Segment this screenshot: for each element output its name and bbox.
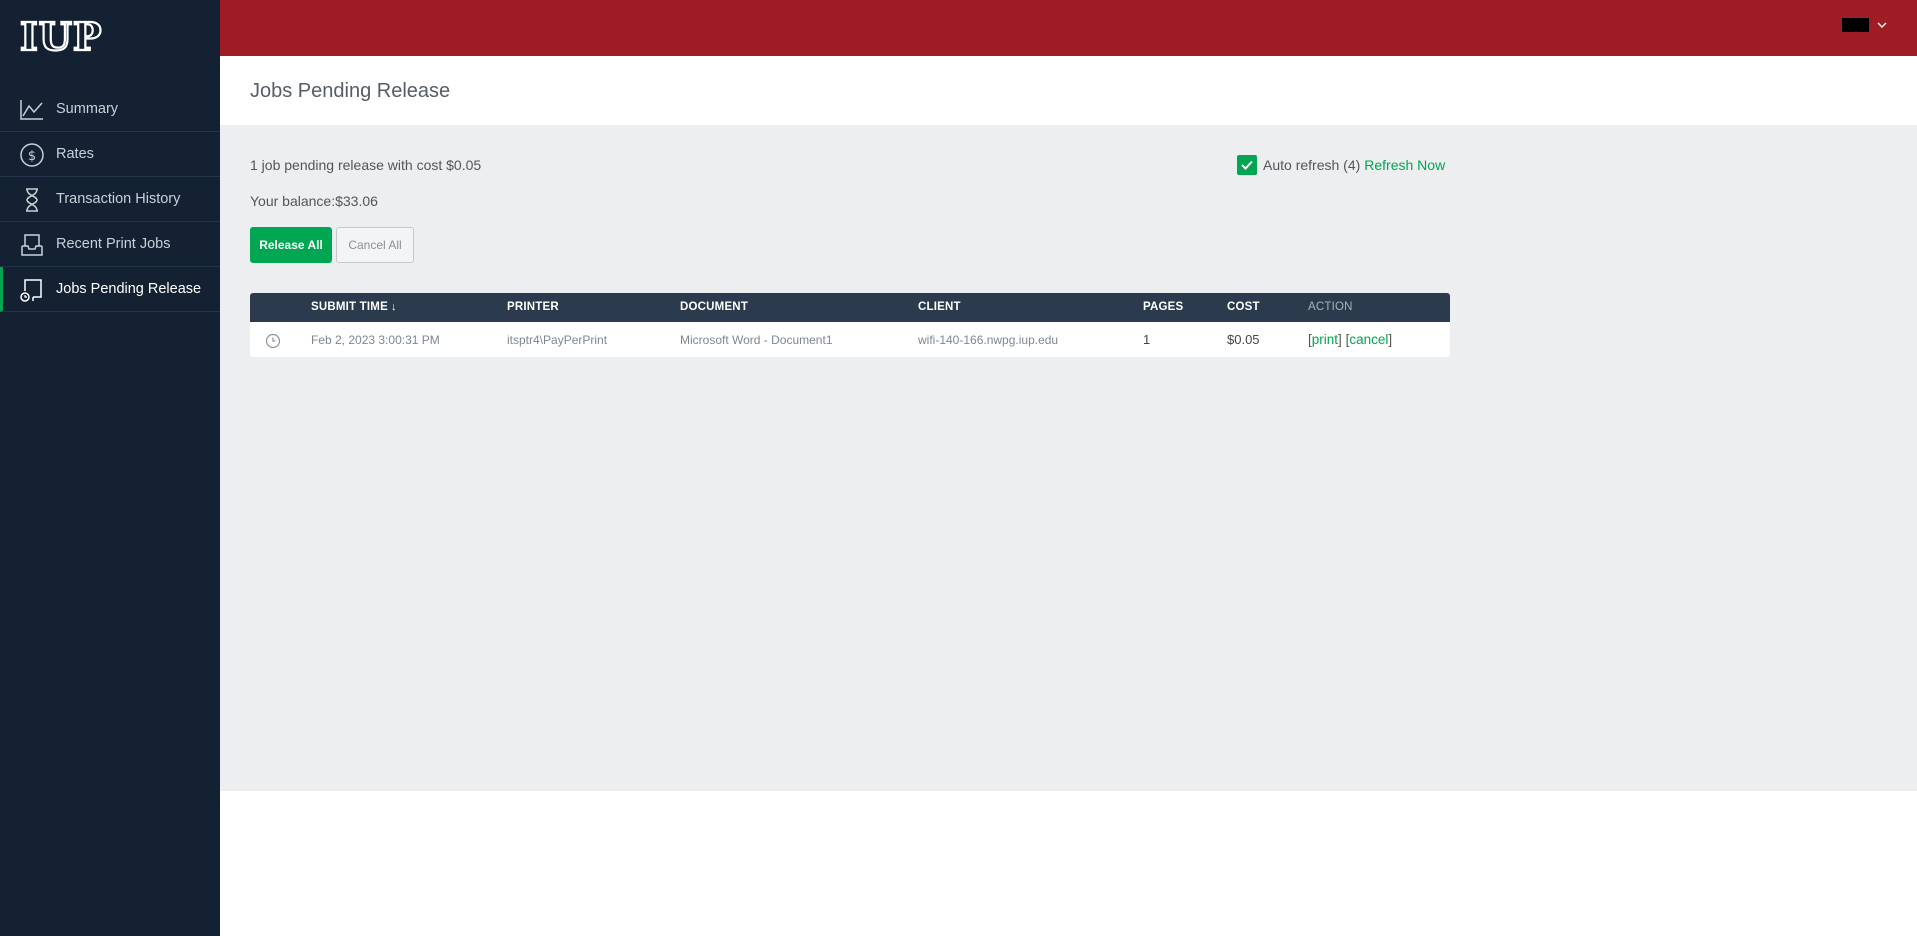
- print-job-link[interactable]: print: [1312, 332, 1338, 347]
- sidebar-item-label: Summary: [56, 101, 119, 117]
- cancel-all-button[interactable]: Cancel All: [336, 227, 414, 263]
- dollar-circle-icon: $: [20, 143, 44, 167]
- cell-document: Microsoft Word - Document1: [680, 333, 833, 347]
- balance-value: $33.06: [335, 193, 378, 209]
- sidebar-item-summary[interactable]: Summary: [0, 87, 220, 132]
- auto-refresh-checkbox[interactable]: [1237, 155, 1257, 175]
- print-release-icon: [20, 279, 42, 302]
- line-chart-icon: [20, 100, 43, 120]
- svg-text:$: $: [28, 149, 36, 164]
- cell-action: [print] [cancel]: [1308, 332, 1393, 347]
- table-header: SUBMIT TIME ↓ PRINTER DOCUMENT CLIENT PAG…: [250, 293, 1450, 322]
- pending-summary: 1 job pending release with cost $0.05: [250, 157, 481, 173]
- auto-refresh-label: Auto refresh (4): [1263, 157, 1361, 173]
- column-printer[interactable]: PRINTER: [507, 301, 559, 313]
- svg-text:IUP: IUP: [20, 16, 103, 56]
- sidebar-item-recent-print-jobs[interactable]: Recent Print Jobs: [0, 222, 220, 267]
- sidebar-item-label: Jobs Pending Release: [56, 281, 202, 297]
- sidebar-item-jobs-pending-release[interactable]: Jobs Pending Release: [0, 267, 220, 312]
- cancel-job-link[interactable]: cancel: [1349, 332, 1388, 347]
- pending-count: 1: [250, 157, 258, 173]
- iup-logo[interactable]: IUP: [20, 16, 120, 56]
- sidebar-item-transaction-history[interactable]: Transaction History: [0, 177, 220, 222]
- cell-cost: $0.05: [1227, 332, 1260, 347]
- sidebar-nav: Summary $ Rates Transaction History Rece…: [0, 87, 220, 312]
- column-client[interactable]: CLIENT: [918, 301, 961, 313]
- balance-label: Your balance:: [250, 193, 336, 209]
- sidebar: IUP Summary $ Rates Transaction History: [0, 0, 220, 936]
- user-menu[interactable]: [1842, 18, 1889, 32]
- column-submit-time[interactable]: SUBMIT TIME ↓: [311, 301, 397, 313]
- sidebar-item-label: Recent Print Jobs: [56, 236, 171, 252]
- sidebar-item-label: Transaction History: [56, 191, 181, 207]
- jobs-table: SUBMIT TIME ↓ PRINTER DOCUMENT CLIENT PAG…: [250, 293, 1450, 357]
- column-label: SUBMIT TIME: [311, 301, 388, 313]
- user-avatar: [1842, 18, 1869, 32]
- table-row: Feb 2, 2023 3:00:31 PM itsptr4\PayPerPri…: [250, 322, 1450, 357]
- cell-submit-time: Feb 2, 2023 3:00:31 PM: [311, 333, 440, 347]
- pending-text: job pending release with cost: [257, 157, 447, 173]
- sidebar-item-rates[interactable]: $ Rates: [0, 132, 220, 177]
- clock-icon: [265, 333, 281, 349]
- column-action: ACTION: [1308, 301, 1353, 313]
- sidebar-item-label: Rates: [56, 146, 94, 162]
- column-document[interactable]: DOCUMENT: [680, 301, 748, 313]
- printer-tray-icon: [21, 234, 43, 256]
- check-icon: [1241, 160, 1253, 170]
- auto-refresh: Auto refresh (4) Refresh Now: [1237, 155, 1445, 175]
- cell-client: wifi-140-166.nwpg.iup.edu: [918, 333, 1059, 347]
- page-title: Jobs Pending Release: [250, 80, 451, 102]
- top-bar: [220, 0, 1917, 56]
- hourglass-icon: [26, 188, 38, 212]
- main-content: 1 job pending release with cost $0.05 Yo…: [220, 125, 1917, 791]
- refresh-now-link[interactable]: Refresh Now: [1364, 157, 1445, 173]
- page-header: Jobs Pending Release: [220, 56, 1917, 125]
- chevron-down-icon: [1877, 22, 1887, 28]
- pending-cost: $0.05: [446, 157, 482, 173]
- release-all-button[interactable]: Release All: [250, 227, 332, 263]
- cell-pages: 1: [1143, 332, 1151, 347]
- column-cost[interactable]: COST: [1227, 301, 1260, 313]
- balance: Your balance:$33.06: [250, 193, 378, 209]
- sort-down-icon: ↓: [390, 301, 397, 313]
- cell-printer: itsptr4\PayPerPrint: [507, 333, 608, 347]
- column-pages[interactable]: PAGES: [1143, 301, 1183, 313]
